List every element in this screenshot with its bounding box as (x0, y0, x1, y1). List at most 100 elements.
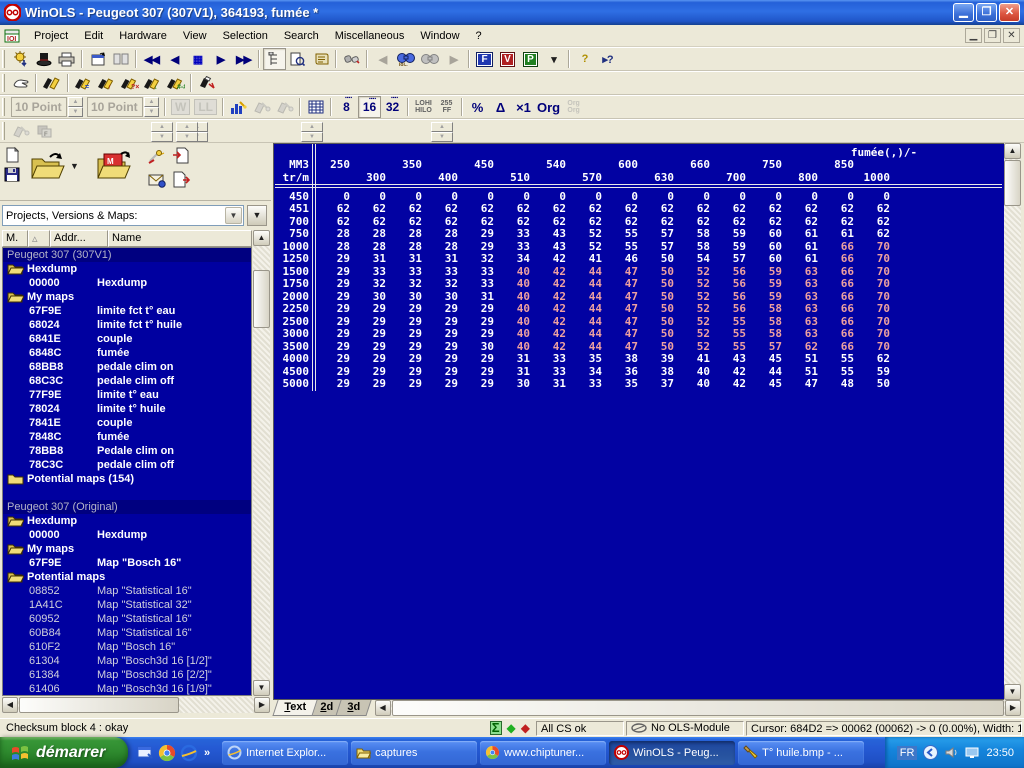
map-cell[interactable]: 63 (789, 265, 825, 278)
map-scroll-down-icon[interactable]: ▼ (1004, 684, 1021, 700)
map-cell[interactable]: 29 (357, 315, 393, 328)
map-scroll-up-icon[interactable]: ▲ (1004, 143, 1021, 159)
map-cell[interactable]: 50 (645, 340, 681, 353)
print-icon[interactable] (55, 48, 78, 70)
map-cell[interactable]: 29 (465, 327, 501, 340)
tray-display-icon[interactable] (965, 745, 980, 760)
map-cell[interactable]: 62 (753, 202, 789, 215)
tray-volume-icon[interactable] (944, 745, 959, 760)
map-cell[interactable]: 62 (681, 215, 717, 228)
map-cell[interactable]: 70 (861, 315, 897, 328)
map-cell[interactable]: 58 (753, 315, 789, 328)
map-cell[interactable]: 40 (681, 377, 717, 390)
bit-16-button[interactable]: 16 (358, 96, 381, 118)
offset-stepper[interactable]: ▲▼ (431, 122, 453, 142)
values-icon[interactable]: V (496, 48, 519, 70)
map-cell[interactable]: 66 (825, 252, 861, 265)
map-cell[interactable]: 33 (537, 365, 573, 378)
tree-map-item[interactable]: 1A41CMap "Statistical 32" (3, 598, 251, 612)
column-header-m[interactable]: M. (2, 230, 28, 247)
map-cell[interactable]: 62 (537, 215, 573, 228)
map-cell[interactable]: 66 (825, 327, 861, 340)
map-cell[interactable]: 63 (789, 277, 825, 290)
tree-folder[interactable]: Potential maps (154) (3, 472, 251, 486)
restore-button[interactable]: ❐ (976, 3, 997, 22)
combobox-arrow-icon[interactable]: ▼ (225, 207, 242, 224)
map-cell[interactable]: 45 (753, 352, 789, 365)
org-org-button[interactable]: OrgOrg (562, 96, 585, 118)
hat-icon[interactable] (32, 48, 55, 70)
mdi-close-button[interactable]: ✕ (1003, 28, 1020, 43)
map-cell[interactable]: 44 (573, 277, 609, 290)
map-cell[interactable]: 30 (393, 290, 429, 303)
close-button[interactable]: ✕ (999, 3, 1020, 22)
quicklaunch-overflow-icon[interactable]: » (202, 747, 210, 759)
map-cell[interactable]: 29 (429, 377, 465, 390)
map-cell[interactable]: 29 (321, 352, 357, 365)
map-cell[interactable]: 29 (357, 327, 393, 340)
map-cell[interactable]: 60 (753, 227, 789, 240)
map-cell[interactable]: 62 (789, 340, 825, 353)
map-cell[interactable]: 29 (321, 340, 357, 353)
taskbar-task[interactable]: Internet Explor... (222, 741, 348, 765)
map-cell[interactable]: 62 (429, 202, 465, 215)
map-cell[interactable]: 29 (321, 277, 357, 290)
map-cell[interactable]: 56 (717, 265, 753, 278)
map-cell[interactable]: 62 (393, 202, 429, 215)
map-cell[interactable]: 31 (501, 352, 537, 365)
map-cell[interactable]: 47 (789, 377, 825, 390)
map-scrollbar-thumb[interactable] (1004, 160, 1021, 206)
column-header-name[interactable]: Name (108, 230, 252, 247)
map-cell[interactable]: 28 (357, 227, 393, 240)
map-cell[interactable]: 63 (789, 290, 825, 303)
map-cell[interactable]: 0 (789, 190, 825, 203)
menu-selection[interactable]: Selection (215, 27, 276, 45)
map-cell[interactable]: 31 (501, 365, 537, 378)
map-cell[interactable]: 0 (393, 190, 429, 203)
map-cell[interactable]: 0 (645, 190, 681, 203)
map-cell[interactable]: 33 (429, 265, 465, 278)
map-cell[interactable]: 62 (501, 215, 537, 228)
map-unknown-icon[interactable]: ?× (118, 72, 141, 94)
map-cell[interactable]: 62 (825, 202, 861, 215)
map-equal-icon[interactable]: = (72, 72, 95, 94)
map-cell[interactable]: 41 (573, 252, 609, 265)
map-cell[interactable]: 29 (429, 340, 465, 353)
tree-panel-icon[interactable] (263, 48, 286, 70)
bit-8-button[interactable]: 8 (335, 96, 358, 118)
map-cell[interactable]: 29 (465, 365, 501, 378)
map-cell[interactable]: 50 (645, 290, 681, 303)
map-cell[interactable]: 0 (465, 190, 501, 203)
map-cell[interactable]: 62 (429, 215, 465, 228)
tab-3d[interactable]: 3d (335, 700, 371, 716)
tree-map-item[interactable]: 60952Map "Statistical 16" (3, 612, 251, 626)
map-cell[interactable]: 28 (357, 240, 393, 253)
map-cell[interactable]: 62 (573, 215, 609, 228)
map-cell[interactable]: 0 (429, 190, 465, 203)
map-cell[interactable]: 62 (501, 202, 537, 215)
map-cell[interactable]: 54 (681, 252, 717, 265)
map-cell[interactable]: 52 (681, 315, 717, 328)
map-cell[interactable]: 62 (753, 215, 789, 228)
tree-map-item[interactable]: 08852Map "Statistical 16" (3, 584, 251, 598)
map-cell[interactable]: 58 (681, 227, 717, 240)
map-cell[interactable]: 59 (717, 240, 753, 253)
byte-order-button[interactable]: LOHIHILO (412, 96, 435, 118)
maps-pair-icon[interactable] (40, 72, 64, 94)
project-filter-combobox[interactable]: Projects, Versions & Maps: ▼ (2, 205, 244, 226)
tree-map-item[interactable]: 60B84Map "Statistical 16" (3, 626, 251, 640)
map-cell[interactable]: 57 (645, 240, 681, 253)
map-cell[interactable]: 70 (861, 277, 897, 290)
tree-map-item[interactable]: 68C3Cpedale clim off (3, 374, 251, 388)
map-cell[interactable]: 29 (321, 265, 357, 278)
split-window-icon[interactable] (109, 48, 132, 70)
map-cell[interactable]: 40 (501, 277, 537, 290)
map-cell[interactable]: 66 (825, 290, 861, 303)
tree-map-item[interactable]: 61304Map "Bosch3d 16 [1/2]" (3, 654, 251, 668)
map-cell[interactable]: 0 (681, 190, 717, 203)
map-cell[interactable]: 63 (789, 315, 825, 328)
tree-options-button[interactable]: ▼ (247, 205, 267, 226)
minimize-button[interactable]: ▁ (953, 3, 974, 22)
search-icon[interactable]: ioi.. (394, 48, 418, 70)
map-cell[interactable]: 28 (429, 240, 465, 253)
